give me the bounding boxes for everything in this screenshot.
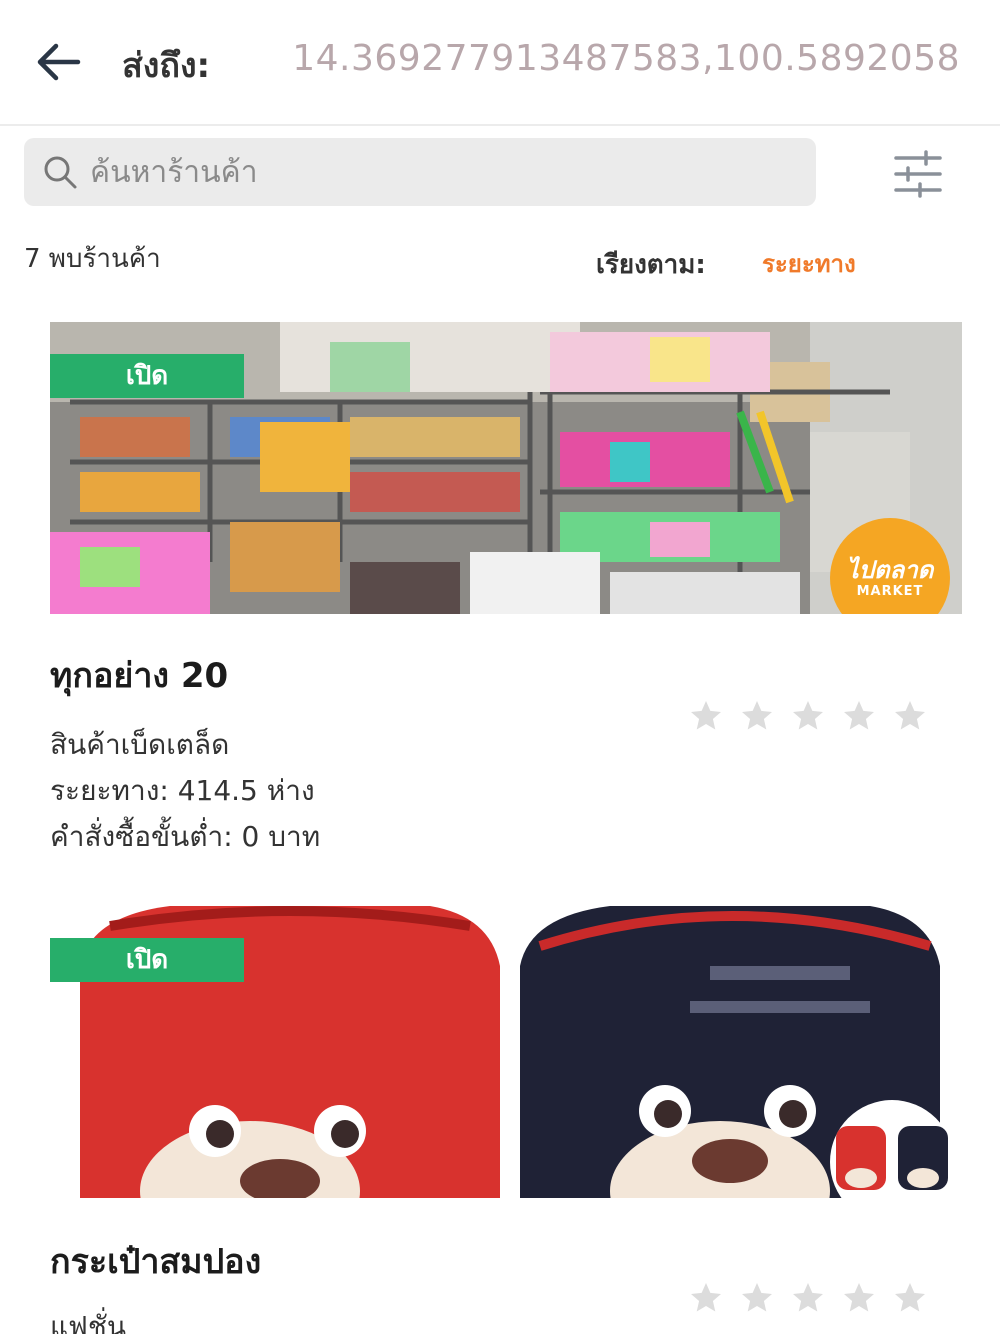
back-button[interactable] xyxy=(34,38,84,86)
store-category: สินค้าเบ็ดเตล็ด xyxy=(50,728,230,761)
arrow-left-icon xyxy=(37,43,81,81)
sort-label: เรียงตาม: xyxy=(596,250,706,280)
store-category: แฟชั่น xyxy=(50,1310,127,1334)
star-icon xyxy=(895,1283,925,1312)
store-banner-image: เปิด ไปตลาด MARKET xyxy=(50,322,962,614)
star-icon xyxy=(793,701,823,730)
search-icon xyxy=(44,156,77,189)
store-name: ทุกอย่าง 20 xyxy=(50,656,229,696)
star-icon xyxy=(844,701,874,730)
rating-stars xyxy=(688,1280,928,1320)
rating-stars xyxy=(688,698,928,738)
star-icon xyxy=(895,701,925,730)
sort-option[interactable]: ระยะทาง xyxy=(762,244,856,283)
store-card[interactable]: เปิด ไปตลาด MARKET ทุกอย่าง 20 สินค้าเบ็… xyxy=(50,322,962,862)
results-count: 7 พบร้านค้า xyxy=(24,244,161,274)
star-icon xyxy=(742,701,772,730)
search-bar[interactable] xyxy=(24,138,816,206)
status-badge: เปิด xyxy=(50,938,244,982)
store-details: แฟชั่น xyxy=(50,1304,126,1334)
store-min-order: คำสั่งซื้อขั้นต่ำ: 0 บาท xyxy=(50,820,321,853)
market-logo-subtext: MARKET xyxy=(856,584,924,599)
star-icon xyxy=(793,1283,823,1312)
store-details: สินค้าเบ็ดเตล็ด ระยะทาง: 414.5 ห่าง คำสั… xyxy=(50,722,320,860)
deliver-to-label: ส่งถึง: xyxy=(122,46,211,86)
store-distance: ระยะทาง: 414.5 ห่าง xyxy=(50,774,315,807)
store-banner-image: เปิด xyxy=(50,906,962,1198)
sliders-icon xyxy=(894,150,942,198)
status-badge: เปิด xyxy=(50,354,244,398)
top-header: ส่งถึง: 14.369277913487583,100.5892058 xyxy=(0,0,1000,126)
filter-button[interactable] xyxy=(890,150,946,198)
star-icon xyxy=(742,1283,772,1312)
search-input[interactable] xyxy=(90,148,790,196)
store-card[interactable]: เปิด กระเป๋าสมปอง แฟชั่น xyxy=(50,906,962,1334)
star-icon xyxy=(691,701,721,730)
star-icon xyxy=(844,1283,874,1312)
star-icon xyxy=(691,1283,721,1312)
delivery-location[interactable]: 14.369277913487583,100.5892058 xyxy=(292,38,960,79)
store-name: กระเป๋าสมปอง xyxy=(50,1242,262,1282)
